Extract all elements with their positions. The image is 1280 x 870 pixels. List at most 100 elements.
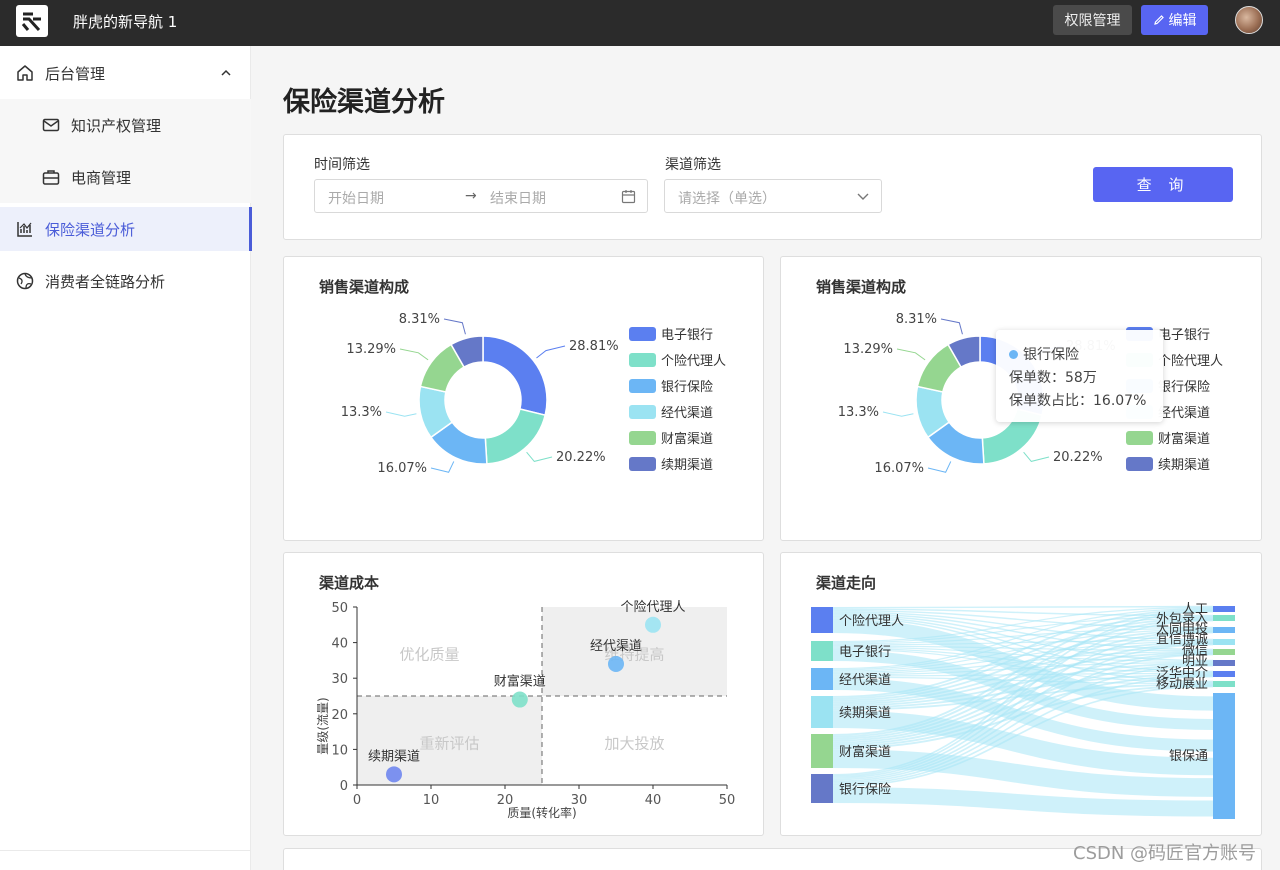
app-logo[interactable] [16, 5, 48, 37]
leader-line [536, 345, 566, 359]
leader-line [896, 348, 926, 361]
sankey-target-node [1213, 615, 1235, 621]
sankey-source-label: 银行保险 [839, 783, 891, 798]
sankey-target-node [1213, 649, 1235, 655]
sankey-target-node [1213, 606, 1235, 612]
channel-select[interactable]: 请选择（单选） [664, 179, 882, 213]
start-date-input[interactable]: 开始日期 [328, 188, 384, 208]
x-tick-label: 50 [719, 793, 736, 808]
channel-cost-card: 渠道成本 0 10 20 30 40 50 0 10 20 30 40 50 质量(转化率) 量级(流量)… [283, 552, 764, 836]
sidebar-item-label: 知识产权管理 [71, 117, 162, 135]
app-title: 胖虎的新导航 1 [73, 13, 178, 31]
quadrant-label: 重新评估 [419, 735, 479, 753]
x-axis-title: 质量(转化率) [507, 805, 576, 820]
sidebar-item-consumer-chain[interactable]: 消费者全链路分析 [0, 259, 251, 303]
legend-label: 续期渠道 [661, 458, 713, 473]
tooltip-ratio: 保单数占比：16.07% [1009, 393, 1147, 409]
edit-button[interactable]: 编辑 [1141, 5, 1208, 35]
sankey-source-label: 经代渠道 [839, 673, 891, 688]
y-tick-label: 10 [331, 743, 348, 758]
x-tick-label: 40 [645, 793, 662, 808]
sidebar-divider [0, 850, 251, 851]
slice-value-label: 13.29% [843, 342, 893, 357]
scatter-point [511, 691, 528, 708]
leader-line [940, 318, 963, 335]
user-avatar[interactable] [1235, 6, 1263, 34]
filter-panel: 时间筛选 开始日期 → 结束日期 渠道筛选 请选择（单选） 查 询 [283, 134, 1262, 240]
sankey-source-label: 财富渠道 [839, 744, 891, 760]
sankey-target-node [1213, 627, 1235, 633]
scatter-point [645, 616, 661, 633]
quadrant-label: 优化质量 [399, 646, 459, 664]
slice-value-label: 28.81% [569, 339, 619, 354]
slice-value-label: 8.31% [399, 312, 440, 327]
slice-value-label: 20.22% [1053, 450, 1103, 465]
range-arrow: → [465, 188, 477, 204]
x-tick-label: 10 [423, 793, 440, 808]
sankey-target-node [1213, 660, 1235, 666]
leader-line [443, 318, 466, 335]
tooltip-series-name: 银行保险 [1023, 347, 1079, 363]
y-tick-label: 20 [331, 708, 348, 723]
sidebar-item-label: 保险渠道分析 [45, 221, 136, 239]
legend-label: 个险代理人 [1158, 354, 1223, 369]
permission-management-button[interactable]: 权限管理 [1053, 5, 1132, 35]
legend-swatch [1126, 431, 1153, 445]
legend-label: 个险代理人 [661, 354, 726, 369]
legend-swatch [629, 431, 656, 445]
sidebar-item-insurance-channel[interactable]: 保险渠道分析 [0, 207, 252, 251]
sankey-target-node [1213, 693, 1235, 819]
legend-swatch [629, 379, 656, 393]
legend-label: 财富渠道 [1158, 431, 1210, 447]
legend-label: 银行保险 [661, 380, 713, 395]
legend-label: 经代渠道 [661, 406, 713, 421]
slice-value-label: 13.3% [838, 405, 879, 420]
scatter-point [608, 655, 624, 672]
sankey-target-node [1213, 681, 1235, 687]
legend-swatch [629, 327, 656, 341]
sankey-source-label: 个险代理人 [839, 614, 904, 629]
sidebar-item-label: 后台管理 [45, 65, 106, 83]
end-date-input[interactable]: 结束日期 [490, 188, 546, 208]
sankey-source-node [811, 641, 833, 661]
scatter-point [386, 766, 402, 783]
point-label: 经代渠道 [590, 639, 642, 654]
home-icon [17, 65, 33, 81]
page-title: 保险渠道分析 [283, 87, 445, 118]
sidebar-item-ip[interactable]: 知识产权管理 [0, 99, 251, 151]
chart-icon [17, 222, 32, 237]
sankey-target-node [1213, 671, 1235, 677]
leader-line [385, 411, 417, 417]
sidebar-item-ecommerce[interactable]: 电商管理 [0, 151, 251, 203]
slice-value-label: 16.07% [377, 461, 427, 476]
sankey-source-node [811, 607, 833, 633]
time-filter-label: 时间筛选 [314, 157, 370, 173]
point-label: 个险代理人 [620, 600, 685, 615]
sankey-source-label: 续期渠道 [839, 706, 891, 721]
logo-icon [21, 10, 43, 32]
legend-swatch [629, 457, 656, 471]
sankey-target-node [1213, 639, 1235, 645]
channel-flow-card: 渠道走向 个险代理人 电子银行 经代渠道 续期渠道 财富渠道 银行保险 人工 外包录入 大同申投… [780, 552, 1262, 836]
chevron-up-icon[interactable] [220, 67, 232, 79]
pencil-icon [1153, 15, 1164, 25]
leader-line [430, 461, 455, 473]
sankey-target-label: 移动展业 [1156, 677, 1208, 692]
date-range-picker[interactable]: 开始日期 → 结束日期 [314, 179, 648, 213]
legend-label: 电子银行 [1158, 328, 1210, 343]
y-tick-label: 30 [331, 672, 348, 687]
sidebar-item-label: 电商管理 [71, 169, 132, 187]
query-button[interactable]: 查 询 [1093, 167, 1233, 202]
donut-chart: 28.81% 20.22% 16.07% 13.3% 13.29%8.31% 电子银行个险… [341, 312, 726, 476]
legend-label: 财富渠道 [661, 431, 713, 447]
sidebar-item-admin[interactable]: 后台管理 [0, 51, 251, 95]
channel-select-placeholder: 请选择（单选） [678, 191, 776, 207]
tooltip-color-dot [1009, 350, 1018, 359]
y-axis-title: 量级(流量) [316, 697, 330, 754]
legend-swatch [1126, 457, 1153, 471]
legend-label: 续期渠道 [1158, 458, 1210, 473]
scatter-chart: 0 10 20 30 40 5001020304050质量(转化率)量级(流量)优化质量维… [316, 600, 736, 820]
legend-swatch [629, 353, 656, 367]
legend-label: 电子银行 [661, 328, 713, 343]
leader-line [927, 461, 952, 473]
